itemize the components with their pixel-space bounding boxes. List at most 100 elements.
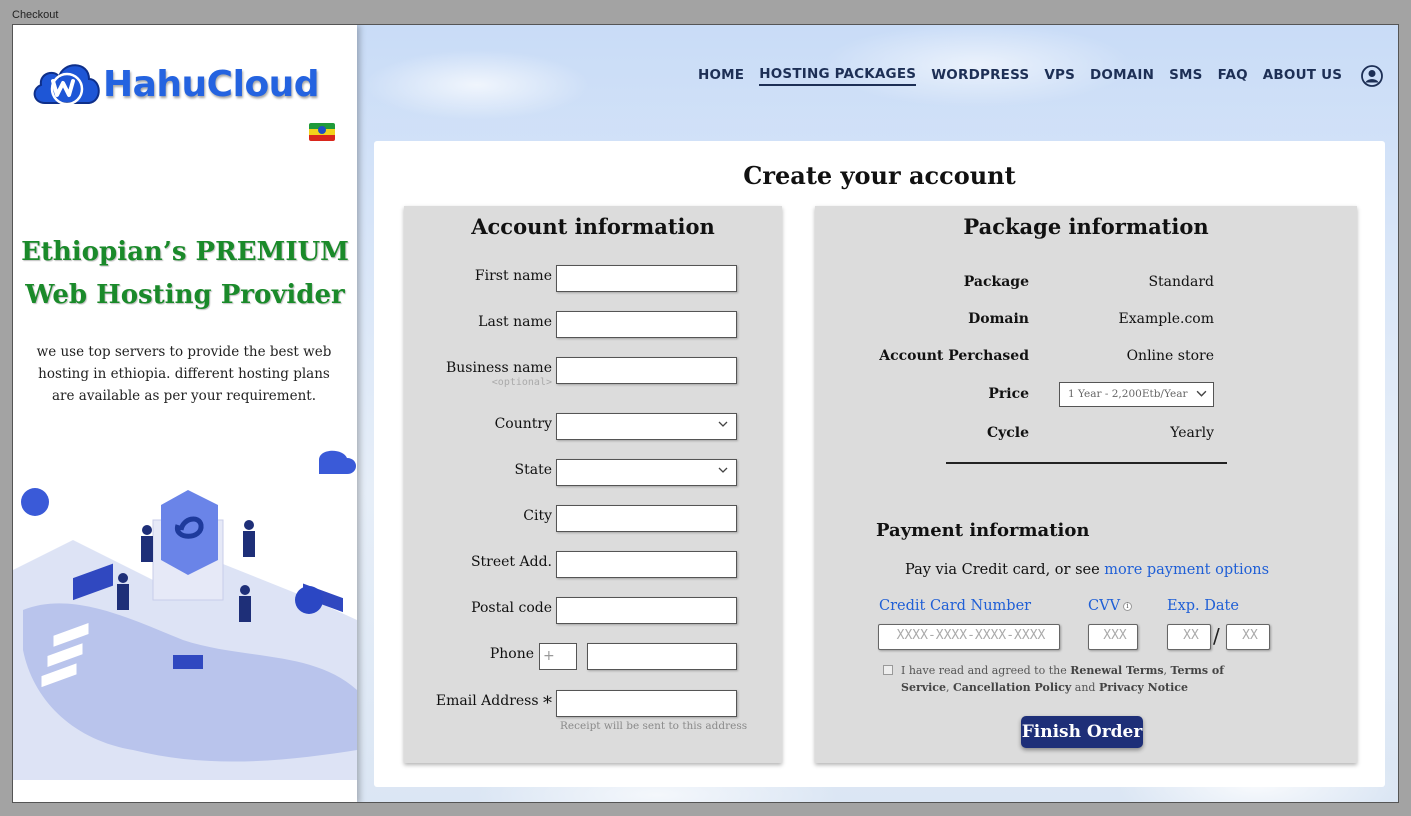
phone-number-input[interactable] — [587, 643, 737, 670]
domain-value: Example.com — [1118, 311, 1214, 327]
pay-prefix-text: Pay via Credit card, or see — [905, 562, 1100, 578]
page-frame: HahuCloud Ethiopian’s PREMIUM Web Hostin… — [12, 24, 1399, 803]
exp-date-label: Exp. Date — [1167, 598, 1239, 614]
street-label: Street Add. — [470, 554, 552, 570]
street-input[interactable] — [556, 551, 737, 578]
terms-agreement: I have read and agreed to the Renewal Te… — [883, 662, 1263, 696]
business-name-row: Business name <optional> — [404, 357, 782, 388]
receipt-note: Receipt will be sent to this address — [560, 720, 748, 732]
package-panel-title: Package information — [963, 214, 1209, 239]
credit-card-label: Credit Card Number — [879, 598, 1032, 614]
postal-code-label: Postal code — [471, 600, 552, 616]
agree-comma-1: , — [1163, 664, 1168, 677]
cycle-value: Yearly — [1170, 425, 1214, 441]
nav-hosting-packages[interactable]: HOSTING PACKAGES — [759, 66, 917, 86]
hosting-illustration-image — [13, 450, 357, 780]
country-select[interactable] — [556, 413, 737, 440]
account-purchased-label: Account Perchased — [879, 348, 1029, 364]
credit-card-input[interactable]: XXXX-XXXX-XXXX-XXXX — [878, 624, 1060, 650]
payment-method-line: Pay via Credit card, or see more payment… — [905, 562, 1269, 578]
email-input[interactable] — [556, 690, 737, 717]
ethiopia-flag-icon — [309, 123, 335, 141]
street-row: Street Add. — [404, 551, 782, 579]
nav-faq[interactable]: FAQ — [1218, 67, 1248, 85]
tagline: Ethiopian’s PREMIUM Web Hosting Provider — [13, 231, 357, 317]
chevron-down-icon — [718, 467, 728, 473]
exp-year-input[interactable]: XX — [1226, 624, 1270, 650]
brand-logo[interactable]: HahuCloud — [27, 55, 320, 113]
more-payment-options-link[interactable]: more payment options — [1104, 562, 1269, 578]
account-purchased-row: Account Perchased Online store — [815, 345, 1357, 369]
chevron-down-icon — [718, 421, 728, 427]
city-input[interactable] — [556, 505, 737, 532]
city-row: City — [404, 505, 782, 533]
state-select[interactable] — [556, 459, 737, 486]
package-value: Standard — [1148, 274, 1214, 290]
brand-name: HahuCloud — [103, 63, 320, 105]
price-select[interactable]: 1 Year - 2,200Etb/Year — [1059, 382, 1214, 407]
main-nav: HOME HOSTING PACKAGES WORDPRESS VPS DOMA… — [698, 65, 1384, 87]
payment-title: Payment information — [876, 520, 1090, 541]
phone-country-code-input[interactable]: + — [539, 643, 577, 670]
package-row: Package Standard — [815, 271, 1357, 295]
domain-label: Domain — [968, 311, 1029, 327]
package-label: Package — [963, 274, 1029, 290]
last-name-input[interactable] — [556, 311, 737, 338]
phone-row: Phone + — [404, 643, 782, 671]
business-name-input[interactable] — [556, 357, 737, 384]
privacy-notice-link[interactable]: Privacy Notice — [1099, 681, 1188, 694]
cvv-label-text: CVV — [1088, 598, 1121, 614]
city-label: City — [523, 508, 552, 524]
info-icon[interactable]: i — [1123, 601, 1133, 611]
user-circle-icon[interactable] — [1361, 65, 1384, 87]
tagline-line-2: Web Hosting Provider — [25, 280, 345, 310]
agree-text: I have read and agreed to the Renewal Te… — [883, 662, 1263, 696]
agree-and: and — [1074, 681, 1096, 694]
nav-domain[interactable]: DOMAIN — [1090, 67, 1154, 85]
agree-checkbox[interactable] — [883, 665, 893, 675]
country-row: Country — [404, 413, 782, 441]
cloud-logo-icon — [33, 64, 100, 106]
account-information-panel: Account information First name Last name… — [404, 206, 782, 763]
left-panel: HahuCloud Ethiopian’s PREMIUM Web Hostin… — [13, 25, 357, 802]
business-name-label: Business name — [445, 360, 552, 376]
email-label-text: Email Address — [435, 693, 539, 709]
price-row: Price 1 Year - 2,200Etb/Year — [815, 382, 1357, 407]
phone-label: Phone — [489, 646, 534, 662]
renewal-terms-link[interactable]: Renewal Terms — [1070, 664, 1163, 677]
exp-slash: / — [1213, 624, 1220, 648]
exp-month-input[interactable]: XX — [1167, 624, 1211, 650]
country-label: Country — [494, 416, 552, 432]
last-name-row: Last name — [404, 311, 782, 339]
nav-home[interactable]: HOME — [698, 67, 744, 85]
last-name-label: Last name — [478, 314, 552, 330]
finish-order-button[interactable]: Finish Order — [1021, 716, 1143, 748]
nav-vps[interactable]: VPS — [1044, 67, 1075, 85]
optional-hint: <optional> — [491, 377, 552, 388]
price-select-value: 1 Year - 2,200Etb/Year — [1068, 388, 1188, 400]
window-title: Checkout — [12, 9, 59, 21]
email-label: Email Address * — [436, 693, 552, 714]
required-asterisk: * — [543, 693, 552, 714]
first-name-input[interactable] — [556, 265, 737, 292]
cancellation-policy-link[interactable]: Cancellation Policy — [953, 681, 1071, 694]
page-title: Create your account — [743, 161, 1016, 190]
account-purchased-value: Online store — [1126, 348, 1214, 364]
nav-wordpress[interactable]: WORDPRESS — [931, 67, 1029, 85]
postal-code-input[interactable] — [556, 597, 737, 624]
domain-row: Domain Example.com — [815, 308, 1357, 332]
first-name-row: First name — [404, 265, 782, 293]
tagline-line-1: Ethiopian’s PREMIUM — [21, 237, 349, 267]
cvv-input[interactable]: XXX — [1088, 624, 1138, 650]
cycle-row: Cycle Yearly — [815, 422, 1357, 446]
email-row: Email Address * — [404, 690, 782, 718]
divider — [946, 462, 1227, 464]
postal-row: Postal code — [404, 597, 782, 625]
nav-sms[interactable]: SMS — [1169, 67, 1202, 85]
account-panel-title: Account information — [471, 214, 715, 239]
chevron-down-icon — [1196, 390, 1207, 397]
cvv-label: CVV i — [1088, 598, 1133, 614]
nav-about-us[interactable]: ABOUT US — [1263, 67, 1342, 85]
agree-prefix: I have read and agreed to the — [901, 664, 1067, 677]
agree-comma-2: , — [946, 681, 950, 694]
